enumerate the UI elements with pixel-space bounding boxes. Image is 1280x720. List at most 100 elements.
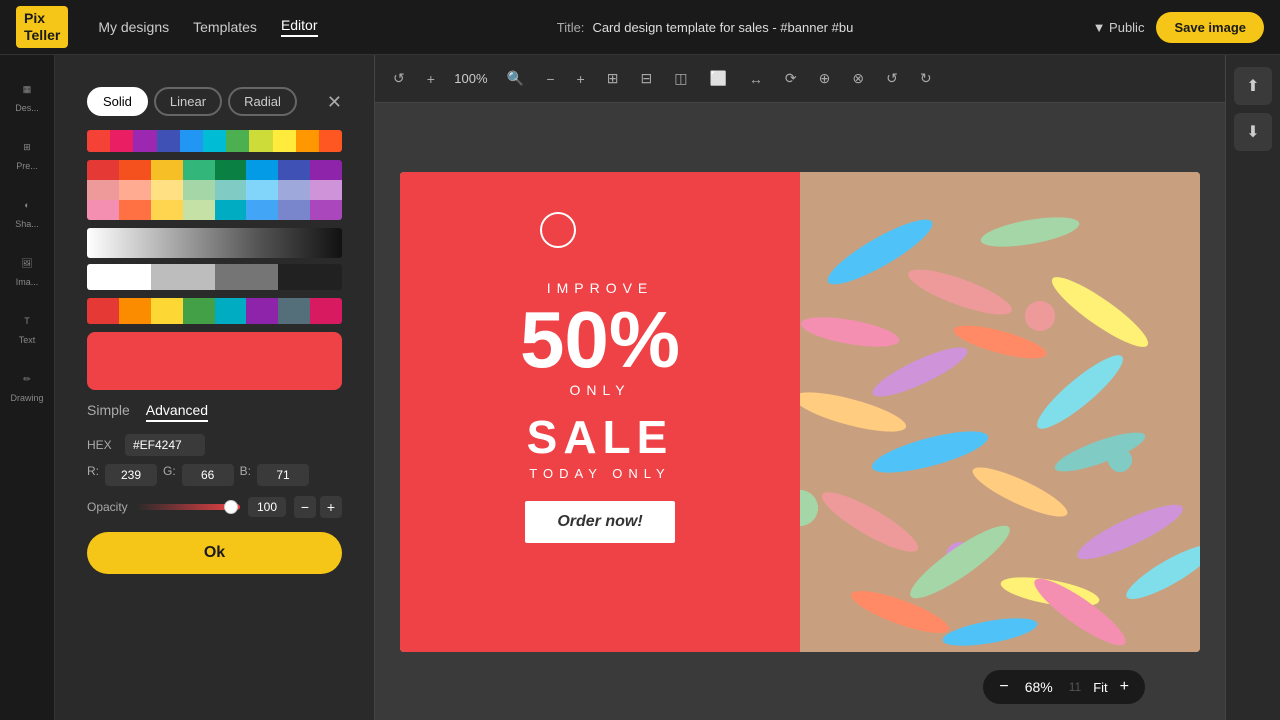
title-label: Title:: [557, 20, 585, 35]
tab-advanced[interactable]: Advanced: [146, 402, 208, 422]
opacity-stepper: − +: [294, 496, 342, 518]
sidebar-item-drawing[interactable]: ✏ Drawing: [0, 361, 54, 411]
improve-text: IMPROVE: [547, 280, 654, 296]
rotate-button[interactable]: ⟳: [779, 66, 803, 91]
hex-label: HEX: [87, 438, 117, 452]
nav-editor[interactable]: Editor: [281, 17, 318, 37]
hex-row: HEX: [87, 434, 342, 456]
shapes-icon: ◐: [17, 195, 37, 215]
close-color-picker-button[interactable]: ✕: [327, 93, 342, 111]
zoom-add-button[interactable]: +: [571, 67, 591, 91]
opacity-decrease-button[interactable]: −: [294, 496, 316, 518]
sidebar-item-label: Ima...: [16, 277, 39, 287]
align-button-3[interactable]: ◫: [668, 66, 693, 91]
editor-toolbar: ↺ + 100% 🔍 − + ⊞ ⊟ ◫ ⬜ ↔ ⟳ ⊕ ⊗ ↺ ↻: [375, 55, 1225, 103]
flip-button[interactable]: ↔: [743, 67, 769, 91]
gray-gradient[interactable]: [87, 228, 342, 258]
logo[interactable]: PixTeller: [16, 6, 68, 48]
main-layout: ▦ Des... ⊞ Pre... ◐ Sha... 🖼 Ima... T Te…: [0, 55, 1280, 720]
opacity-row: Opacity − +: [87, 496, 342, 518]
text-icon: T: [17, 311, 37, 331]
title-value: Card design template for sales - #banner…: [592, 20, 853, 35]
zoom-separator: 11: [1069, 680, 1081, 694]
layer-button-1[interactable]: ⊕: [813, 66, 837, 91]
zoom-in-btn[interactable]: +: [1120, 678, 1129, 696]
sidebar-item-label: Drawing: [10, 393, 43, 403]
color-tabs: Simple Advanced: [87, 402, 342, 422]
zoom-in-button[interactable]: 🔍: [501, 66, 530, 91]
color-type-buttons: Solid Linear Radial ✕: [87, 87, 342, 116]
panel-area: Solid Linear Radial ✕: [55, 55, 375, 720]
selection-handle[interactable]: [540, 212, 576, 248]
solid-type-button[interactable]: Solid: [87, 87, 148, 116]
redo-btn[interactable]: ↻: [914, 66, 938, 91]
order-now-button[interactable]: Order now!: [525, 501, 674, 543]
public-button[interactable]: ▼ Public: [1093, 20, 1145, 35]
left-sidebar: ▦ Des... ⊞ Pre... ◐ Sha... 🖼 Ima... T Te…: [0, 55, 55, 720]
zoom-percent: 68%: [1021, 679, 1057, 695]
sidebar-item-designs[interactable]: ▦ Des...: [0, 71, 54, 121]
nav-links: My designs Templates Editor: [98, 17, 317, 37]
sidebar-item-text[interactable]: T Text: [0, 303, 54, 353]
red-overlay: IMPROVE 50% ONLY SALE TODAY ONLY Order n…: [400, 172, 800, 652]
r-label: R:: [87, 464, 99, 486]
hex-input[interactable]: [125, 434, 205, 456]
undo-button[interactable]: ↺: [387, 66, 411, 91]
download-button[interactable]: ⬇: [1234, 113, 1272, 151]
r-input[interactable]: [105, 464, 157, 486]
opacity-slider[interactable]: [136, 504, 240, 510]
linear-type-button[interactable]: Linear: [154, 87, 222, 116]
opacity-label: Opacity: [87, 500, 128, 514]
sidebar-item-images[interactable]: 🖼 Ima...: [0, 245, 54, 295]
layer-button-2[interactable]: ⊗: [846, 66, 870, 91]
palette-grid-1[interactable]: [87, 160, 342, 220]
opacity-input[interactable]: [248, 497, 286, 517]
right-panel: ⬆ ⬇: [1225, 55, 1280, 720]
gray-swatches[interactable]: [87, 264, 342, 290]
opacity-thumb: [224, 500, 238, 514]
designs-icon: ▦: [17, 79, 37, 99]
fit-button[interactable]: Fit: [1093, 680, 1107, 695]
logo-badge: PixTeller: [16, 6, 68, 48]
b-label: B:: [240, 464, 251, 486]
g-input[interactable]: [182, 464, 234, 486]
zoom-out-btn[interactable]: −: [999, 678, 1008, 696]
palette-row-1[interactable]: [87, 130, 342, 152]
b-input[interactable]: [257, 464, 309, 486]
canvas-wrapper: IMPROVE 50% ONLY SALE TODAY ONLY Order n…: [400, 172, 1200, 652]
align-button-2[interactable]: ⊟: [634, 66, 658, 91]
images-icon: 🖼: [17, 253, 37, 273]
ok-button[interactable]: Ok: [87, 532, 342, 574]
nav-templates[interactable]: Templates: [193, 19, 257, 35]
nav-my-designs[interactable]: My designs: [98, 19, 169, 35]
zoom-out-button[interactable]: −: [540, 67, 560, 91]
top-nav: PixTeller My designs Templates Editor Ti…: [0, 0, 1280, 55]
sidebar-item-label: Text: [19, 335, 36, 345]
opacity-increase-button[interactable]: +: [320, 496, 342, 518]
align-button-1[interactable]: ⊞: [601, 66, 625, 91]
palette-row-gradient[interactable]: [87, 298, 342, 324]
save-image-button[interactable]: Save image: [1156, 12, 1264, 43]
only-text: ONLY: [569, 382, 630, 398]
align-button-4[interactable]: ⬜: [703, 66, 732, 91]
radial-type-button[interactable]: Radial: [228, 87, 297, 116]
add-button[interactable]: +: [421, 67, 441, 91]
sidebar-item-label: Sha...: [15, 219, 39, 229]
sale-text: SALE: [527, 410, 674, 464]
color-preview: [87, 332, 342, 390]
percent-text: 50%: [520, 300, 680, 380]
sidebar-item-shapes[interactable]: ◐ Sha...: [0, 187, 54, 237]
rgb-row: R: G: B:: [87, 464, 342, 486]
editor-canvas[interactable]: IMPROVE 50% ONLY SALE TODAY ONLY Order n…: [375, 103, 1225, 720]
undo-btn-2[interactable]: ↺: [880, 66, 904, 91]
drawing-icon: ✏: [17, 369, 37, 389]
nav-center: Title: Card design template for sales - …: [318, 20, 1093, 35]
zoom-display: 100%: [451, 71, 491, 86]
tab-simple[interactable]: Simple: [87, 402, 130, 422]
sidebar-item-presets[interactable]: ⊞ Pre...: [0, 129, 54, 179]
sidebar-item-label: Des...: [15, 103, 39, 113]
export-button[interactable]: ⬆: [1234, 67, 1272, 105]
banner-bg: IMPROVE 50% ONLY SALE TODAY ONLY Order n…: [400, 172, 1200, 652]
bottom-bar: − 68% 11 Fit +: [983, 670, 1145, 704]
today-only-text: TODAY ONLY: [529, 466, 670, 481]
